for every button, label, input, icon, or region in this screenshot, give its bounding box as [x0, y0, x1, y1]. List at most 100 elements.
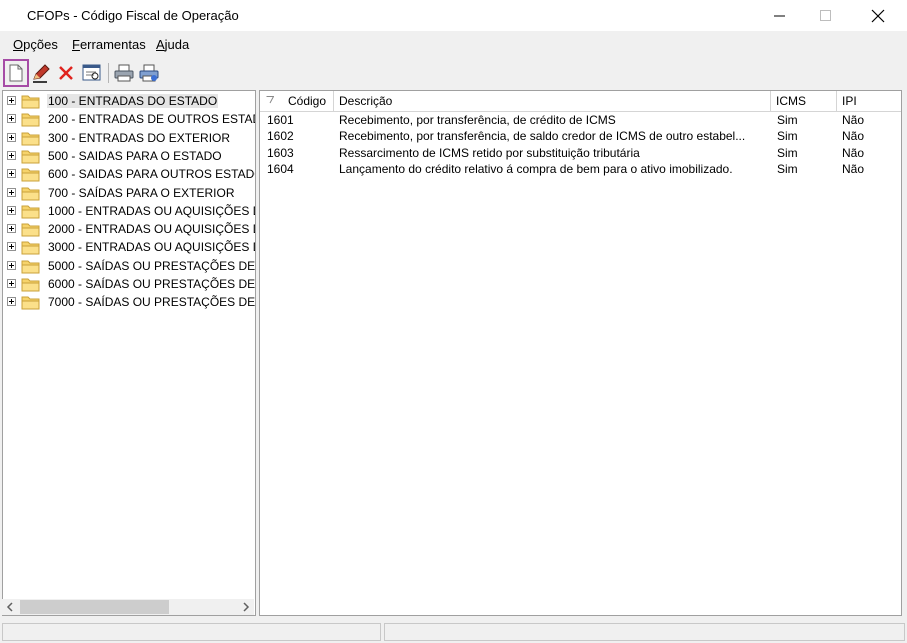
- tree-node[interactable]: 1000 - ENTRADAS OU AQUISIÇÕES DE: [3, 202, 255, 220]
- column-header-descricao[interactable]: Descrição: [334, 91, 771, 111]
- folder-icon: [21, 296, 40, 310]
- column-header-icms[interactable]: ICMS: [771, 91, 837, 111]
- print-setup-button[interactable]: [137, 61, 161, 85]
- tree-node-label: 5000 - SAÍDAS OU PRESTAÇÕES DE SE: [48, 258, 256, 273]
- tree-node-label: 3000 - ENTRADAS OU AQUISIÇÕES DE: [48, 240, 256, 255]
- table-row[interactable]: 1602 Recebimento, por transferência, de s…: [260, 128, 901, 144]
- folder-icon: [21, 241, 40, 255]
- folder-icon: [21, 260, 40, 274]
- cell-ipi: Não: [842, 161, 865, 176]
- folder-icon: [21, 113, 40, 127]
- table-row[interactable]: 1603 Ressarcimento de ICMS retido por sub…: [260, 145, 901, 161]
- tree-node[interactable]: 3000 - ENTRADAS OU AQUISIÇÕES DE: [3, 238, 256, 256]
- cell-ipi: Não: [842, 129, 865, 144]
- tree-node-label: 500 - SAIDAS PARA O ESTADO: [48, 148, 222, 163]
- expand-plus-icon[interactable]: [7, 150, 16, 160]
- tree-node[interactable]: 6000 - SAÍDAS OU PRESTAÇÕES DE SE: [3, 275, 256, 293]
- status-panel-right: [384, 623, 905, 641]
- edit-pencil-icon: [33, 64, 50, 83]
- close-button[interactable]: [855, 0, 901, 31]
- folder-icon: [21, 205, 40, 219]
- scroll-thumb[interactable]: [20, 600, 169, 614]
- new-button[interactable]: [3, 59, 29, 87]
- minimize-button[interactable]: [757, 0, 803, 31]
- folder-icon: [21, 95, 40, 109]
- column-header-ipi[interactable]: IPI: [837, 91, 901, 111]
- chevron-right-icon: [243, 602, 250, 612]
- status-panel-left: [2, 623, 381, 641]
- title-bar: CFOPs - Código Fiscal de Operação: [0, 0, 907, 31]
- expand-plus-icon[interactable]: [7, 224, 16, 234]
- cell-ipi: Não: [842, 113, 865, 127]
- folder-icon: [21, 168, 40, 182]
- table-row[interactable]: 1604 Lançamento do crédito relativo á com…: [260, 161, 901, 177]
- cell-icms: Sim: [777, 161, 798, 176]
- tree-node-label: 600 - SAIDAS PARA OUTROS ESTADOS: [48, 167, 256, 182]
- tree-node[interactable]: 100 - ENTRADAS DO ESTADO: [3, 92, 255, 110]
- cell-ipi: Não: [842, 145, 865, 160]
- tree-node[interactable]: 700 - SAÍDAS PARA O EXTERIOR: [3, 184, 255, 202]
- expand-plus-icon[interactable]: [7, 242, 16, 252]
- scroll-right-arrow[interactable]: [238, 599, 254, 615]
- tree-node[interactable]: 500 - SAIDAS PARA O ESTADO: [3, 147, 255, 165]
- expand-plus-icon[interactable]: [7, 260, 16, 270]
- cell-descricao: Recebimento, por transferência, de crédi…: [339, 113, 616, 127]
- print-setup-icon: [139, 64, 159, 82]
- chevron-left-icon: [6, 602, 13, 612]
- expand-plus-icon[interactable]: [7, 132, 16, 142]
- expand-plus-icon[interactable]: [7, 205, 16, 215]
- menu-opcoes[interactable]: Opções: [13, 37, 58, 52]
- expand-plus-icon[interactable]: [7, 169, 16, 179]
- close-icon: [871, 9, 885, 22]
- tree-node-label: 100 - ENTRADAS DO ESTADO: [47, 94, 219, 108]
- status-bar: [0, 621, 907, 643]
- folder-icon: [21, 223, 40, 237]
- cell-codigo: 1604: [267, 161, 294, 176]
- expand-plus-icon[interactable]: [7, 297, 16, 307]
- table-row[interactable]: 1601 Recebimento, por transferência, de c…: [260, 112, 901, 128]
- maximize-icon: [820, 9, 831, 21]
- expand-plus-icon[interactable]: [7, 96, 16, 105]
- minimize-icon: [774, 15, 785, 16]
- delete-button[interactable]: [54, 61, 78, 85]
- folder-icon: [21, 150, 40, 164]
- expand-plus-icon[interactable]: [7, 187, 16, 197]
- delete-x-icon: [59, 66, 73, 80]
- cell-icms: Sim: [777, 145, 798, 160]
- cell-codigo: 1602: [267, 129, 294, 144]
- tree-node[interactable]: 600 - SAIDAS PARA OUTROS ESTADOS: [3, 165, 256, 183]
- toolbar-separator: [108, 63, 109, 83]
- cell-icms: Sim: [777, 113, 798, 127]
- menu-ajuda[interactable]: Ajuda: [156, 37, 189, 52]
- cell-descricao: Recebimento, por transferência, de saldo…: [339, 129, 746, 144]
- cell-descricao: Ressarcimento de ICMS retido por substit…: [339, 145, 640, 160]
- sort-indicator-icon: [266, 96, 274, 104]
- expand-plus-icon[interactable]: [7, 114, 16, 124]
- tree-node-label: 200 - ENTRADAS DE OUTROS ESTADOS: [48, 112, 256, 127]
- edit-button[interactable]: [29, 61, 53, 85]
- print-button[interactable]: [112, 61, 136, 85]
- column-header-codigo[interactable]: Código: [260, 91, 334, 111]
- cfop-group-tree[interactable]: 100 - ENTRADAS DO ESTADO 200 - ENTRADAS D…: [2, 90, 256, 616]
- print-icon: [114, 64, 134, 82]
- new-document-icon: [9, 64, 23, 82]
- tree-node-label: 7000 - SAÍDAS OU PRESTAÇÕES DE SE: [48, 295, 256, 310]
- cell-descricao: Lançamento do crédito relativo á compra …: [339, 161, 733, 176]
- cfop-list[interactable]: Código Descrição ICMS IPI 1601 Recebiment…: [259, 90, 902, 616]
- tree-node[interactable]: 200 - ENTRADAS DE OUTROS ESTADOS: [3, 110, 256, 128]
- expand-plus-icon[interactable]: [7, 279, 16, 288]
- properties-button[interactable]: [80, 61, 104, 85]
- cell-icms: Sim: [777, 129, 798, 144]
- menu-ferramentas[interactable]: Ferramentas: [72, 37, 146, 52]
- tree-node-label: 700 - SAÍDAS PARA O EXTERIOR: [48, 185, 235, 200]
- tree-node-label: 6000 - SAÍDAS OU PRESTAÇÕES DE SE: [48, 277, 256, 291]
- scroll-left-arrow[interactable]: [2, 599, 18, 615]
- tree-node[interactable]: 2000 - ENTRADAS OU AQUISIÇÕES DE: [3, 220, 255, 238]
- tree-node-label: 300 - ENTRADAS DO EXTERIOR: [48, 130, 231, 145]
- tree-node[interactable]: 5000 - SAÍDAS OU PRESTAÇÕES DE SE: [3, 257, 256, 275]
- tree-horizontal-scrollbar[interactable]: [2, 599, 254, 615]
- tree-node[interactable]: 300 - ENTRADAS DO EXTERIOR: [3, 129, 255, 147]
- maximize-button[interactable]: [803, 0, 849, 31]
- list-header: Código Descrição ICMS IPI: [260, 91, 901, 112]
- tree-node[interactable]: 7000 - SAÍDAS OU PRESTAÇÕES DE SE: [3, 293, 256, 311]
